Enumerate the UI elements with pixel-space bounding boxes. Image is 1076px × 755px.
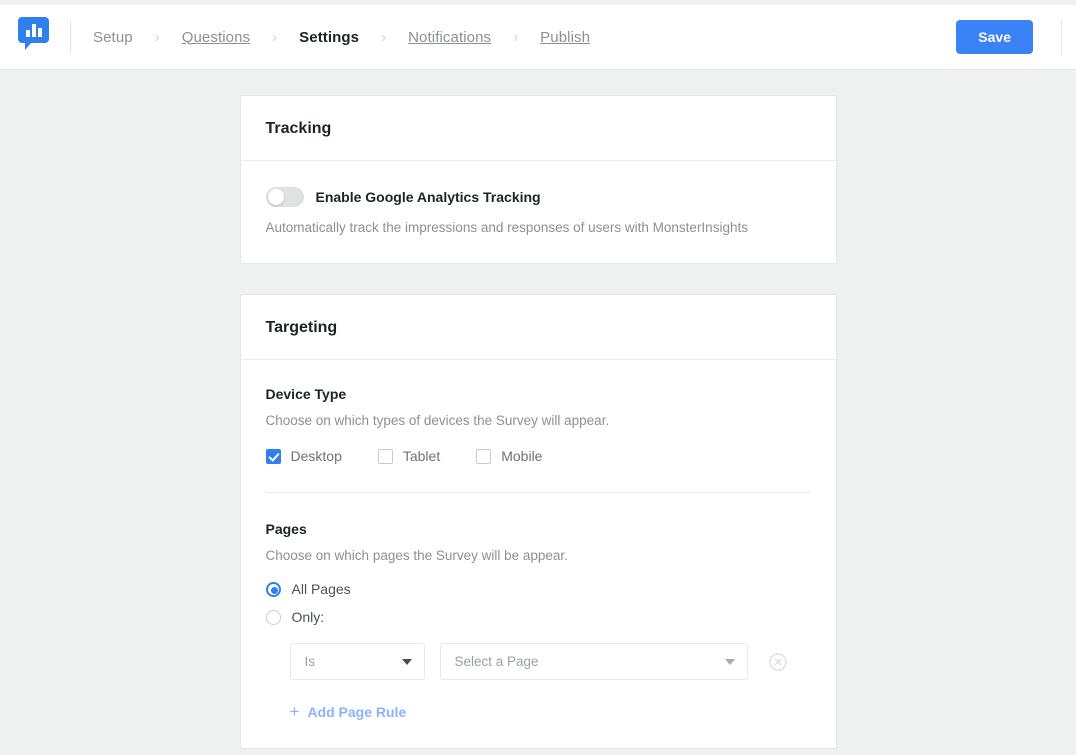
tracking-card: Tracking Enable Google Analytics Trackin… <box>240 95 837 264</box>
rule-condition-select[interactable]: Is <box>290 643 425 680</box>
rule-page-placeholder: Select a Page <box>455 654 725 669</box>
checkbox-unchecked-icon[interactable] <box>476 449 491 464</box>
section-divider <box>266 492 811 493</box>
pages-option-only[interactable]: Only: <box>266 609 811 625</box>
device-type-section: Device Type Choose on which types of dev… <box>266 386 811 464</box>
add-page-rule-button[interactable]: + Add Page Rule <box>266 703 407 720</box>
breadcrumb-separator-icon: › <box>381 30 386 45</box>
radio-unselected-icon[interactable] <box>266 610 281 625</box>
device-option-tablet-label: Tablet <box>403 448 440 464</box>
device-option-desktop-label: Desktop <box>291 448 342 464</box>
save-button[interactable]: Save <box>956 20 1033 54</box>
breadcrumb-item-setup[interactable]: Setup <box>93 29 133 46</box>
tracking-card-title: Tracking <box>266 120 811 138</box>
enable-google-analytics-toggle[interactable] <box>266 187 304 207</box>
app-header: Setup › Questions › Settings › Notificat… <box>0 5 1076 70</box>
add-page-rule-label: Add Page Rule <box>307 704 406 720</box>
device-type-description: Choose on which types of devices the Sur… <box>266 413 811 428</box>
tracking-card-header: Tracking <box>241 96 836 161</box>
pages-radio-group: All Pages Only: <box>266 581 811 625</box>
chevron-down-icon <box>402 659 412 665</box>
device-option-desktop[interactable]: Desktop <box>266 448 342 464</box>
checkbox-unchecked-icon[interactable] <box>378 449 393 464</box>
targeting-card-header: Targeting <box>241 295 836 360</box>
app-logo-icon[interactable] <box>16 17 52 57</box>
breadcrumb-item-questions[interactable]: Questions <box>182 29 250 46</box>
breadcrumb-item-notifications[interactable]: Notifications <box>408 29 491 46</box>
targeting-card-body: Device Type Choose on which types of dev… <box>241 360 836 748</box>
tracking-card-body: Enable Google Analytics Tracking Automat… <box>241 161 836 263</box>
device-option-mobile-label: Mobile <box>501 448 542 464</box>
rule-condition-value: Is <box>305 654 402 669</box>
pages-description: Choose on which pages the Survey will be… <box>266 548 811 563</box>
logo-divider <box>70 21 71 53</box>
pages-section: Pages Choose on which pages the Survey w… <box>266 521 811 720</box>
breadcrumb-separator-icon: › <box>513 30 518 45</box>
main-content: Tracking Enable Google Analytics Trackin… <box>0 70 1076 749</box>
header-actions: Save <box>956 20 1076 54</box>
breadcrumb: Setup › Questions › Settings › Notificat… <box>93 29 956 46</box>
device-type-title: Device Type <box>266 386 811 402</box>
google-analytics-toggle-row: Enable Google Analytics Tracking <box>266 187 811 207</box>
chevron-down-icon <box>725 659 735 665</box>
device-type-options: Desktop Tablet Mobile <box>266 448 811 464</box>
checkbox-checked-icon[interactable] <box>266 449 281 464</box>
pages-option-all[interactable]: All Pages <box>266 581 811 597</box>
enable-google-analytics-label: Enable Google Analytics Tracking <box>316 189 541 205</box>
targeting-card-title: Targeting <box>266 319 811 337</box>
plus-icon: + <box>290 703 300 720</box>
breadcrumb-item-publish[interactable]: Publish <box>540 29 590 46</box>
pages-option-only-label: Only: <box>292 609 325 625</box>
targeting-card: Targeting Device Type Choose on which ty… <box>240 294 837 749</box>
remove-rule-circle-x-icon[interactable] <box>769 653 787 671</box>
pages-title: Pages <box>266 521 811 537</box>
rule-page-select[interactable]: Select a Page <box>440 643 748 680</box>
pages-option-all-label: All Pages <box>292 581 351 597</box>
breadcrumb-separator-icon: › <box>272 30 277 45</box>
page-rule-row: Is Select a Page <box>266 643 811 680</box>
header-divider <box>1061 20 1062 54</box>
device-option-tablet[interactable]: Tablet <box>378 448 440 464</box>
radio-selected-icon[interactable] <box>266 582 281 597</box>
breadcrumb-separator-icon: › <box>155 30 160 45</box>
tracking-description: Automatically track the impressions and … <box>266 220 811 235</box>
breadcrumb-item-settings[interactable]: Settings <box>299 29 359 46</box>
device-option-mobile[interactable]: Mobile <box>476 448 542 464</box>
toggle-knob <box>268 189 284 205</box>
